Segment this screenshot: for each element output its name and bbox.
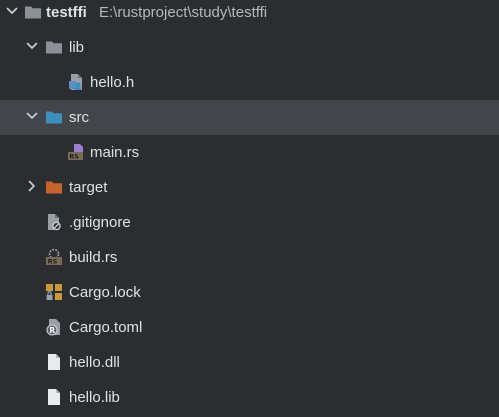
tree-file-hello-dll[interactable]: hello.dll bbox=[0, 345, 499, 380]
chevron-down-icon[interactable] bbox=[4, 3, 20, 19]
chevron-down-icon[interactable] bbox=[24, 38, 40, 54]
tree-item-label: main.rs bbox=[90, 144, 140, 161]
source-folder-icon bbox=[46, 111, 62, 124]
tree-item-label: target bbox=[69, 179, 108, 196]
rust-file-icon: RS bbox=[46, 248, 62, 266]
folder-icon bbox=[46, 41, 62, 54]
excluded-folder-icon bbox=[46, 181, 62, 194]
chevron-right-icon[interactable] bbox=[24, 178, 40, 194]
tree-root-row[interactable]: testffi E:\rustproject\study\testffi bbox=[0, 0, 499, 30]
tree-item-label: .gitignore bbox=[69, 214, 131, 231]
tree-item-label: lib bbox=[69, 39, 85, 56]
tree-item-label: hello.h bbox=[90, 74, 135, 91]
file-icon bbox=[48, 389, 60, 405]
tree-file-hello-h[interactable]: hello.h bbox=[0, 65, 499, 100]
svg-text:R: R bbox=[49, 326, 55, 335]
root-folder-path: E:\rustproject\study\testffi bbox=[99, 4, 268, 21]
tree-item-label: build.rs bbox=[69, 249, 118, 266]
tree-file-build-rs[interactable]: RS build.rs bbox=[0, 240, 499, 275]
tree-file-cargo-toml[interactable]: R Cargo.toml bbox=[0, 310, 499, 345]
tree-item-label: Cargo.toml bbox=[69, 319, 143, 336]
tree-folder-target[interactable]: target bbox=[0, 170, 499, 205]
project-tree: testffi E:\rustproject\study\testffi lib… bbox=[0, 0, 499, 417]
file-icon bbox=[48, 354, 60, 370]
tree-folder-lib[interactable]: lib bbox=[0, 30, 499, 65]
svg-text:RS: RS bbox=[48, 258, 58, 266]
tree-file-cargo-lock[interactable]: Cargo.lock bbox=[0, 275, 499, 310]
tree-file-main-rs[interactable]: RS main.rs bbox=[0, 135, 499, 170]
tree-file-gitignore[interactable]: .gitignore bbox=[0, 205, 499, 240]
lock-file-icon bbox=[46, 284, 62, 300]
chevron-down-icon[interactable] bbox=[24, 108, 40, 124]
tree-item-label: Cargo.lock bbox=[69, 284, 141, 301]
folder-icon bbox=[25, 6, 41, 19]
cargo-toml-icon: R bbox=[46, 319, 60, 336]
tree-file-hello-lib[interactable]: hello.lib bbox=[0, 380, 499, 415]
tree-item-label: src bbox=[69, 109, 89, 126]
svg-text:RS: RS bbox=[69, 153, 79, 161]
ignore-file-icon bbox=[48, 214, 61, 231]
root-folder-name: testffi bbox=[46, 4, 87, 21]
c-header-file-icon bbox=[69, 74, 82, 90]
tree-item-label: hello.dll bbox=[69, 354, 120, 371]
tree-folder-src[interactable]: src bbox=[0, 100, 499, 135]
tree-item-label: hello.lib bbox=[69, 389, 120, 406]
rust-main-file-icon: RS bbox=[68, 144, 83, 161]
